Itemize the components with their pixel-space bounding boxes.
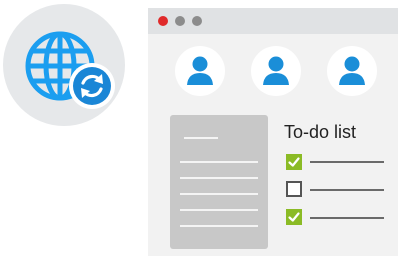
doc-text-line (180, 161, 258, 163)
checkmark-icon (288, 212, 300, 222)
todo-checkbox-checked[interactable] (286, 209, 302, 225)
user-icon (339, 56, 365, 85)
todo-checkbox-checked[interactable] (286, 154, 302, 170)
doc-heading-line (184, 137, 218, 139)
todo-checkbox-unchecked[interactable] (286, 181, 302, 197)
app-window: To-do list (148, 8, 398, 256)
user-avatar (251, 46, 301, 96)
user-icon (187, 56, 213, 85)
doc-text-line (180, 225, 258, 227)
maximize-window-button[interactable] (192, 16, 202, 26)
doc-text-line (180, 177, 258, 179)
globe-sync-illustration (3, 4, 125, 126)
user-icon (263, 56, 289, 85)
doc-text-line (180, 193, 258, 195)
sync-icon (69, 63, 115, 109)
todo-list-title: To-do list (284, 122, 357, 142)
doc-text-line (180, 209, 258, 211)
todo-item-text-line (310, 189, 384, 191)
minimize-window-button[interactable] (175, 16, 185, 26)
user-avatar (327, 46, 377, 96)
checkmark-icon (288, 157, 300, 167)
todo-item-text-line (310, 217, 384, 219)
todo-item-text-line (310, 161, 384, 163)
document-card (170, 115, 268, 249)
window-titlebar (148, 8, 398, 34)
close-window-button[interactable] (158, 16, 168, 26)
user-avatar (175, 46, 225, 96)
